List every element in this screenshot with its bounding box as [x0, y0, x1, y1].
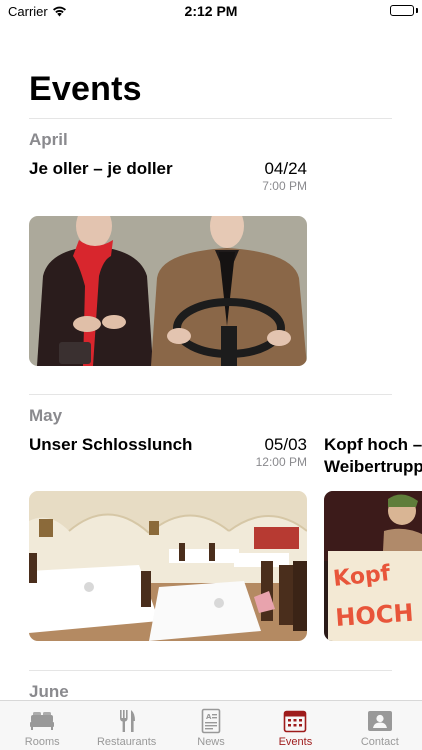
tab-rooms[interactable]: Rooms — [0, 701, 84, 750]
section-header-may: May — [29, 406, 63, 425]
tab-label: News — [197, 736, 225, 748]
tab-news[interactable]: A News — [169, 701, 253, 750]
tab-label: Rooms — [24, 736, 60, 748]
svg-text:A: A — [206, 713, 212, 721]
event-time: 12:00 PM — [255, 455, 307, 469]
event-image-performer-sign: Kopf HOCH — [324, 491, 422, 641]
event-time: 7:00 PM — [262, 179, 307, 193]
fork-knife-icon — [113, 708, 141, 734]
calendar-icon — [281, 708, 309, 734]
section-header-june: June — [29, 682, 69, 701]
event-title-line-1: Kopf hoch – — [324, 435, 422, 454]
newspaper-icon: A — [197, 708, 225, 734]
tab-label: Restaurants — [96, 736, 157, 748]
battery-icon — [390, 5, 414, 16]
sign-text-hoch: HOCH — [334, 599, 414, 632]
tab-label: Contact — [360, 736, 399, 748]
event-image-restaurant-hall — [29, 491, 307, 641]
event-date: 04/24 — [264, 159, 307, 178]
event-card-schlosslunch[interactable]: Unser Schlosslunch 05/03 12:00 PM — [29, 434, 307, 642]
tab-bar: Rooms Restaurants A News Events Contact — [0, 700, 422, 750]
event-date: 05/03 — [264, 435, 307, 454]
status-bar: Carrier 2:12 PM — [0, 0, 422, 22]
tab-events[interactable]: Events — [253, 701, 337, 750]
event-title: Kopf hoch – Weibertrupp — [324, 434, 422, 478]
tab-contact[interactable]: Contact — [338, 701, 422, 750]
tab-restaurants[interactable]: Restaurants — [84, 701, 168, 750]
event-title: Je oller – je doller — [29, 159, 173, 178]
section-divider — [29, 394, 392, 395]
section-divider — [29, 670, 392, 671]
battery-tip — [416, 8, 418, 13]
contact-card-icon — [366, 708, 394, 734]
title-divider — [29, 118, 392, 119]
page-title: Events — [29, 70, 142, 108]
event-image-performers — [29, 216, 307, 366]
event-card-je-oller[interactable]: Je oller – je doller 04/24 7:00 PM — [29, 158, 307, 366]
event-card-kopf-hoch[interactable]: Kopf hoch – Weibertrupp Kopf HOCH — [324, 434, 422, 642]
bed-icon — [28, 708, 56, 734]
event-title-line-2: Weibertrupp — [324, 457, 422, 476]
section-header-april: April — [29, 130, 68, 149]
event-title: Unser Schlosslunch — [29, 435, 193, 454]
status-time: 2:12 PM — [184, 3, 238, 19]
tab-label: Events — [278, 736, 313, 748]
